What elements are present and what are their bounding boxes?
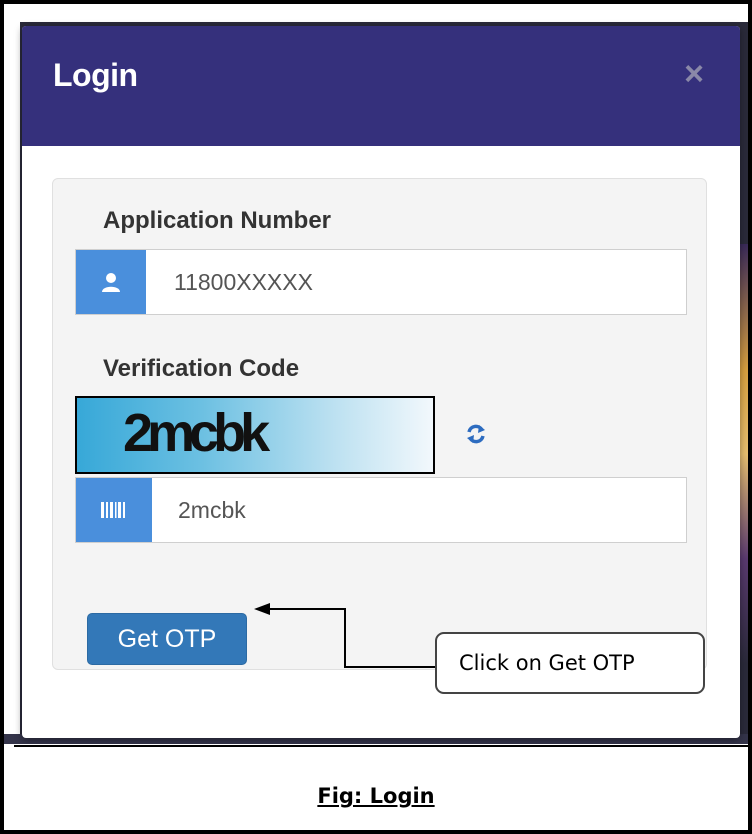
modal-title: Login [53, 57, 138, 93]
login-form-panel: Application Number Verification Code 2mc… [52, 178, 707, 670]
barcode-icon [76, 478, 152, 542]
background-left [4, 4, 20, 744]
caption-divider [14, 745, 748, 747]
verification-code-input[interactable] [178, 478, 674, 542]
verification-code-group [75, 477, 687, 543]
background-top [4, 4, 748, 22]
callout-box: Click on Get OTP [435, 632, 705, 694]
application-number-group [75, 249, 687, 315]
verification-code-label: Verification Code [103, 355, 300, 382]
get-otp-button[interactable]: Get OTP [87, 613, 247, 665]
figure-caption: Fig: Login [317, 784, 435, 808]
application-number-label: Application Number [103, 207, 332, 234]
application-number-input[interactable] [174, 250, 674, 314]
captcha-text: 2mcbk [123, 403, 270, 463]
user-icon [76, 250, 146, 314]
refresh-icon[interactable] [461, 419, 491, 449]
close-button[interactable]: × [679, 56, 709, 92]
modal-header: Login × [22, 26, 740, 146]
captcha-image: 2mcbk [75, 396, 435, 474]
